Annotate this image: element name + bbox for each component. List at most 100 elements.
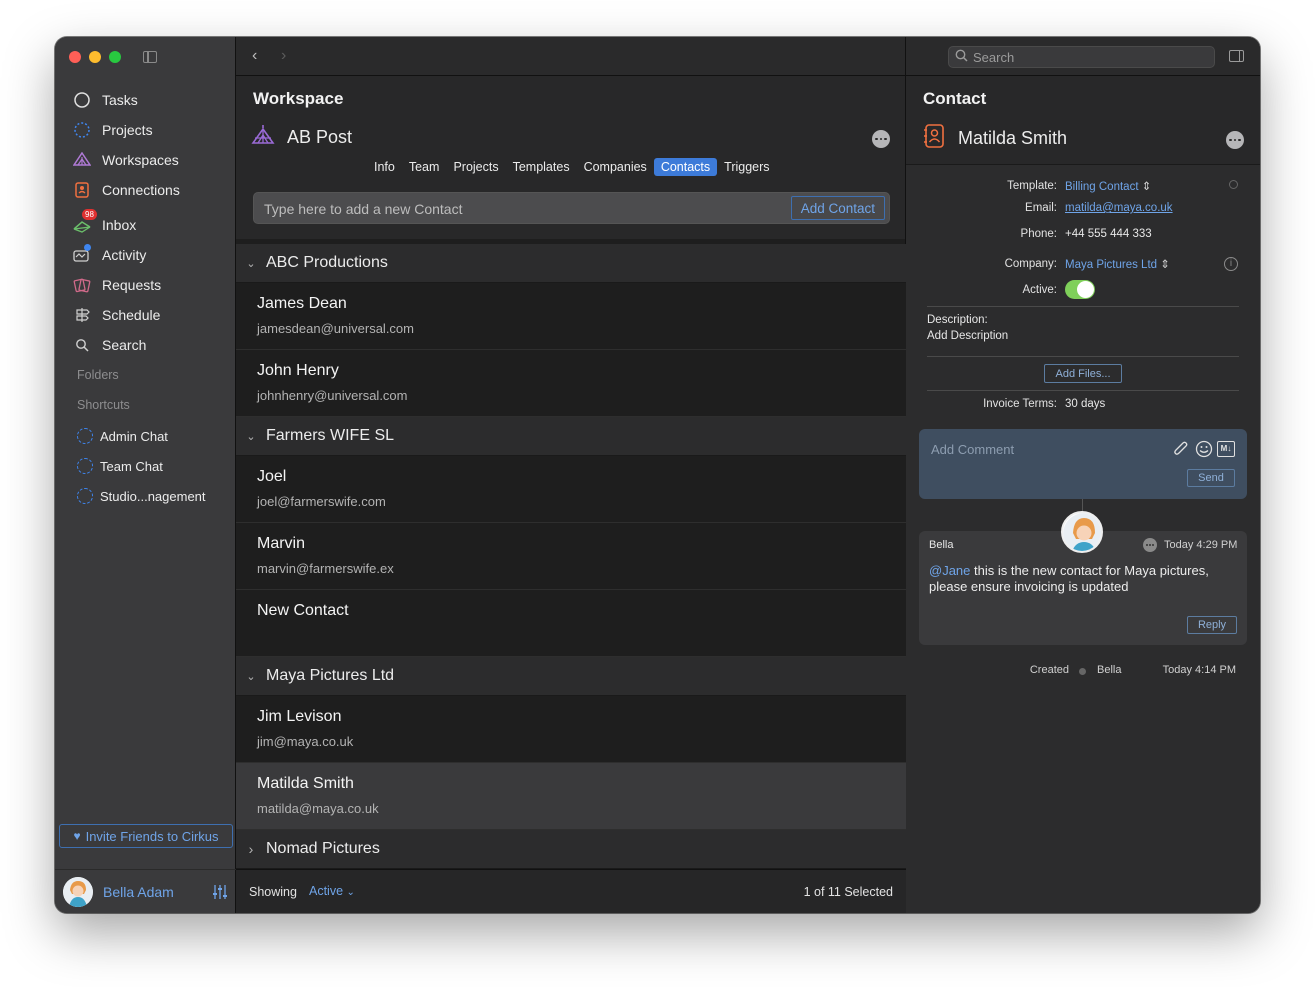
- group-header[interactable]: ⌄ Farmers WIFE SL: [236, 417, 906, 456]
- filter-dropdown[interactable]: Active ⌄: [309, 884, 355, 898]
- filter-value: Active: [309, 884, 344, 898]
- divider: [927, 390, 1239, 391]
- contact-email: joel@farmerswife.com: [257, 494, 386, 509]
- sidebar-item-schedule[interactable]: Schedule: [73, 304, 160, 326]
- sidebar-item-projects[interactable]: Projects: [73, 119, 153, 141]
- dashed-circle-icon: [73, 121, 91, 139]
- add-contact-button[interactable]: Add Contact: [790, 196, 885, 220]
- group-header[interactable]: ⌄ ABC Productions: [236, 244, 906, 283]
- group-name: Nomad Pictures: [266, 840, 380, 857]
- group-header[interactable]: ⌄ Maya Pictures Ltd: [236, 657, 906, 696]
- contact-name-heading: Matilda Smith: [958, 128, 1068, 148]
- phone-value[interactable]: +44 555 444 333: [1065, 228, 1152, 240]
- tab-projects[interactable]: Projects: [446, 158, 505, 176]
- user-name[interactable]: Bella Adam: [103, 884, 174, 900]
- divider: [927, 306, 1239, 307]
- contact-email: jim@maya.co.uk: [257, 734, 354, 749]
- add-contact-input[interactable]: Type here to add a new Contact Add Conta…: [253, 192, 890, 224]
- inspector-toggle-icon[interactable]: [1229, 50, 1244, 62]
- comment-input[interactable]: Add Comment M↓ Send: [919, 429, 1247, 499]
- contact-row[interactable]: John Henry johnhenry@universal.com: [236, 350, 906, 417]
- shortcuts-section-label[interactable]: Shortcuts: [77, 398, 130, 412]
- more-options-icon[interactable]: [1226, 131, 1244, 149]
- sidebar-item-label: Connections: [102, 182, 180, 198]
- showing-label: Showing: [249, 885, 297, 899]
- contact-email: matilda@maya.co.uk: [257, 801, 379, 816]
- updown-chevron-icon: ⇕: [1141, 181, 1152, 193]
- shortcut-team-chat[interactable]: Team Chat: [77, 456, 163, 476]
- sidebar-item-label: Tasks: [102, 92, 138, 108]
- contact-row[interactable]: New Contact: [236, 590, 906, 657]
- sidebar-item-workspaces[interactable]: Workspaces: [73, 149, 179, 171]
- created-time: Today 4:14 PM: [1162, 664, 1236, 676]
- shortcut-label: Studio...nagement: [100, 488, 206, 504]
- tab-triggers[interactable]: Triggers: [717, 158, 776, 176]
- requests-icon: [73, 276, 91, 294]
- heart-icon: ♥: [73, 829, 81, 843]
- send-button[interactable]: Send: [1187, 469, 1235, 487]
- chevron-down-icon: ⌄: [246, 257, 256, 270]
- contact-name: Marvin: [257, 535, 306, 552]
- contact-name: Matilda Smith: [257, 775, 354, 792]
- folders-section-label[interactable]: Folders: [77, 368, 119, 382]
- avatar[interactable]: [63, 876, 93, 907]
- description-value[interactable]: Add Description: [927, 330, 1008, 342]
- more-options-icon[interactable]: [1143, 538, 1157, 552]
- forward-icon[interactable]: ›: [281, 47, 286, 65]
- contact-row-selected[interactable]: Matilda Smith matilda@maya.co.uk: [236, 763, 906, 830]
- markdown-icon[interactable]: M↓: [1217, 441, 1235, 457]
- sidebar-item-inbox[interactable]: 98 Inbox: [73, 209, 136, 236]
- paperclip-icon[interactable]: [1172, 440, 1190, 463]
- mention-link[interactable]: @Jane: [929, 563, 970, 578]
- email-link[interactable]: matilda@maya.co.uk: [1065, 202, 1173, 214]
- company-dropdown[interactable]: Maya Pictures Ltd ⇕: [1065, 257, 1170, 271]
- tab-bar: Info Team Projects Templates Companies C…: [367, 158, 777, 176]
- search-input[interactable]: Search: [948, 46, 1215, 68]
- info-icon[interactable]: i: [1224, 257, 1238, 271]
- tab-team[interactable]: Team: [402, 158, 447, 176]
- active-toggle[interactable]: [1065, 280, 1095, 299]
- zoom-window-button[interactable]: [109, 51, 121, 63]
- contact-row[interactable]: Jim Levison jim@maya.co.uk: [236, 696, 906, 763]
- contact-row[interactable]: Joel joel@farmerswife.com: [236, 456, 906, 523]
- emoji-icon[interactable]: [1195, 440, 1213, 463]
- contact-card-icon: [73, 181, 91, 199]
- minimize-window-button[interactable]: [89, 51, 101, 63]
- contact-name: James Dean: [257, 295, 347, 312]
- updown-chevron-icon: ⇕: [1160, 259, 1170, 271]
- contact-row[interactable]: James Dean jamesdean@universal.com: [236, 283, 906, 350]
- close-window-button[interactable]: [69, 51, 81, 63]
- sidebar-item-requests[interactable]: Requests: [73, 274, 161, 296]
- sidebar-item-search[interactable]: Search: [73, 334, 146, 356]
- window-controls: [69, 51, 121, 63]
- settings-sliders-icon[interactable]: [212, 884, 228, 905]
- tab-templates[interactable]: Templates: [506, 158, 577, 176]
- contact-detail-panel: Search Contact Matilda Smith Template: B…: [906, 37, 1260, 913]
- created-row: Created Bella Today 4:14 PM: [906, 664, 1260, 680]
- commenter-avatar[interactable]: [1061, 511, 1103, 553]
- invoice-terms-value[interactable]: 30 days: [1065, 398, 1105, 410]
- add-files-button[interactable]: Add Files...: [1044, 364, 1122, 383]
- invite-friends-button[interactable]: ♥ Invite Friends to Cirkus: [59, 824, 233, 848]
- sidebar-item-connections[interactable]: Connections: [73, 179, 180, 201]
- back-icon[interactable]: ‹: [252, 47, 257, 65]
- user-bar: Bella Adam: [55, 869, 236, 913]
- list-footer: Showing Active ⌄ 1 of 11 Selected: [236, 869, 906, 913]
- sidebar-toggle-icon[interactable]: [143, 51, 157, 63]
- contact-row[interactable]: Marvin marvin@farmerswife.ex: [236, 523, 906, 590]
- more-options-icon[interactable]: [872, 130, 890, 148]
- tab-companies[interactable]: Companies: [577, 158, 654, 176]
- divider: [927, 356, 1239, 357]
- group-header[interactable]: › Nomad Pictures: [236, 830, 906, 869]
- sidebar-item-activity[interactable]: Activity: [73, 244, 146, 266]
- sidebar-item-label: Schedule: [102, 307, 161, 323]
- search-placeholder: Search: [973, 49, 1015, 65]
- sidebar-item-tasks[interactable]: Tasks: [73, 89, 138, 111]
- tab-contacts[interactable]: Contacts: [653, 158, 718, 176]
- shortcut-studio-management[interactable]: Studio...nagement: [77, 486, 206, 506]
- search-icon: [73, 336, 91, 354]
- reply-button[interactable]: Reply: [1187, 616, 1237, 634]
- template-dropdown[interactable]: Billing Contact ⇕: [1065, 179, 1151, 193]
- shortcut-admin-chat[interactable]: Admin Chat: [77, 426, 168, 446]
- tab-info[interactable]: Info: [367, 158, 402, 176]
